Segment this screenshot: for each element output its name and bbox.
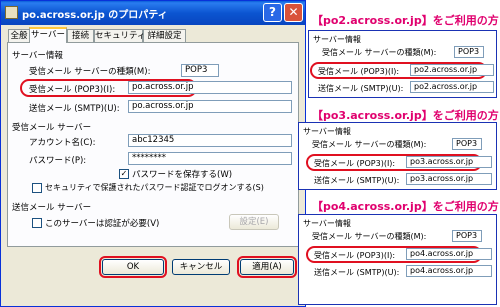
spa-checkbox[interactable] bbox=[32, 183, 42, 193]
auth-required-checkbox[interactable] bbox=[32, 218, 42, 228]
po2-mail-type-field: POP3 bbox=[454, 46, 484, 58]
po2-section-label: サーバー情報 bbox=[313, 35, 361, 44]
save-password-checkbox[interactable]: ✓ bbox=[119, 169, 129, 179]
mail-type-field[interactable]: POP3 bbox=[181, 64, 219, 77]
incoming-mail-server-heading: 受信メール サーバー bbox=[12, 123, 92, 133]
auth-required-label: このサーバーは認証が必要(V) bbox=[45, 219, 160, 229]
po4-outgoing-field: po4.across.or.jp bbox=[406, 265, 492, 277]
po4-settings-panel: サーバー情報 受信メール サーバーの種類(M): POP3 受信メール (POP… bbox=[298, 214, 497, 305]
po4-section-label: サーバー情報 bbox=[303, 219, 351, 228]
close-icon[interactable]: ✕ bbox=[284, 3, 303, 22]
settings-button[interactable]: 設定(E) bbox=[229, 214, 279, 230]
po4-outgoing-label: 送信メール (SMTP)(U): bbox=[314, 268, 400, 277]
save-password-label: パスワードを保存する(W) bbox=[132, 170, 233, 180]
title-bar[interactable]: po.across.or.jp のプロパティ ? ✕ bbox=[1, 1, 305, 25]
po3-incoming-field: po3.across.or.jp bbox=[406, 156, 492, 168]
po4-heading: 【po4.across.or.jp】をご利用の方 bbox=[312, 200, 499, 213]
po4-incoming-label: 受信メール (POP3)(I): bbox=[314, 251, 396, 260]
outgoing-server-label: 送信メール (SMTP)(U): bbox=[29, 104, 120, 114]
tab-connection[interactable]: 接続 bbox=[67, 29, 94, 42]
po2-incoming-field: po2.across.or.jp bbox=[410, 64, 494, 76]
window-title: po.across.or.jp のプロパティ bbox=[22, 10, 168, 21]
ok-button[interactable]: OK bbox=[102, 259, 164, 275]
po3-outgoing-label: 送信メール (SMTP)(U): bbox=[314, 176, 400, 185]
po2-incoming-label: 受信メール (POP3)(I): bbox=[318, 67, 400, 76]
checkmark-icon: ✓ bbox=[120, 169, 128, 178]
mail-type-label: 受信メール サーバーの種類(M): bbox=[29, 67, 151, 77]
incoming-server-field[interactable]: po.across.or.jp bbox=[128, 81, 292, 94]
account-name-label: アカウント名(C): bbox=[29, 138, 96, 148]
po3-outgoing-field: po3.across.or.jp bbox=[406, 173, 492, 185]
password-field[interactable]: ******** bbox=[128, 152, 292, 165]
tab-security[interactable]: セキュリティ bbox=[94, 29, 146, 42]
tab-server[interactable]: サーバー bbox=[29, 27, 67, 43]
po2-outgoing-field: po2.across.or.jp bbox=[410, 81, 494, 93]
po4-mail-type-label: 受信メール サーバーの種類(M): bbox=[312, 232, 427, 241]
incoming-server-label: 受信メール (POP3)(I): bbox=[29, 85, 116, 95]
po3-incoming-label: 受信メール (POP3)(I): bbox=[314, 159, 396, 168]
server-info-heading: サーバー情報 bbox=[12, 51, 63, 61]
apply-button[interactable]: 適用(A) bbox=[240, 259, 294, 275]
po4-mail-type-field: POP3 bbox=[452, 230, 482, 242]
account-name-field[interactable]: abc12345 bbox=[128, 134, 292, 147]
po2-outgoing-label: 送信メール (SMTP)(U): bbox=[318, 84, 404, 93]
outgoing-server-field[interactable]: po.across.or.jp bbox=[128, 100, 292, 113]
spa-label: セキュリティで保護されたパスワード認証でログオンする(S) bbox=[45, 183, 264, 192]
po2-mail-type-label: 受信メール サーバーの種類(M): bbox=[322, 48, 437, 57]
help-icon[interactable]: ? bbox=[263, 3, 282, 22]
po3-heading: 【po3.across.or.jp】をご利用の方 bbox=[312, 109, 499, 122]
po3-section-label: サーバー情報 bbox=[303, 127, 351, 136]
po3-mail-type-label: 受信メール サーバーの種類(M): bbox=[312, 140, 427, 149]
po2-heading: 【po2.across.or.jp】をご利用の方 bbox=[312, 14, 499, 27]
tab-advanced[interactable]: 詳細設定 bbox=[143, 29, 186, 42]
password-label: パスワード(P): bbox=[29, 156, 87, 166]
outgoing-mail-server-heading: 送信メール サーバー bbox=[12, 203, 92, 213]
properties-dialog: po.across.or.jp のプロパティ ? ✕ 全般 サーバー 接続 セキ… bbox=[0, 0, 306, 307]
po4-incoming-field: po4.across.or.jp bbox=[406, 248, 492, 260]
tab-general[interactable]: 全般 bbox=[8, 29, 30, 42]
po3-settings-panel: サーバー情報 受信メール サーバーの種類(M): POP3 受信メール (POP… bbox=[298, 122, 497, 190]
cancel-button[interactable]: キャンセル bbox=[172, 259, 230, 275]
mail-account-icon bbox=[5, 6, 18, 19]
po2-settings-panel: サーバー情報 受信メール サーバーの種類(M): POP3 受信メール (POP… bbox=[308, 30, 497, 98]
po3-mail-type-field: POP3 bbox=[452, 138, 482, 150]
